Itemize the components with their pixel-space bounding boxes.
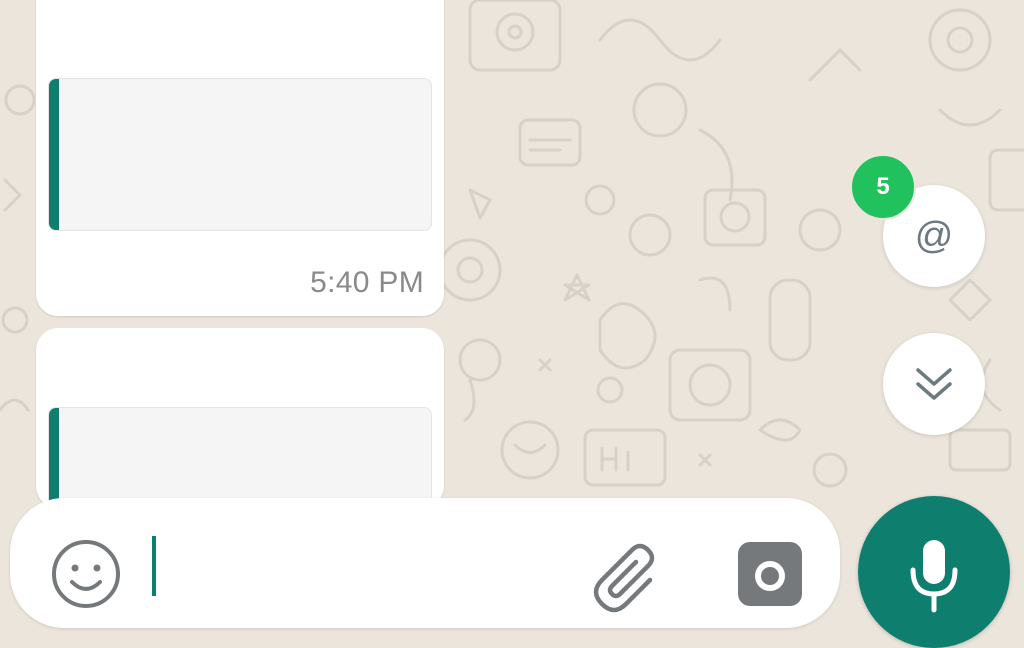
voice-message-button[interactable] — [858, 496, 1010, 648]
message-timestamp: 5:40 PM — [310, 266, 424, 299]
attach-button[interactable] — [588, 534, 668, 614]
emoji-button[interactable] — [50, 538, 122, 610]
quoted-reply-preview[interactable] — [48, 407, 432, 508]
paperclip-icon — [593, 543, 655, 613]
text-cursor — [152, 536, 156, 596]
quote-accent-bar — [49, 79, 59, 230]
emoji-icon — [52, 540, 120, 608]
quoted-reply-preview[interactable] — [48, 78, 432, 231]
message-input[interactable] — [160, 528, 584, 590]
at-sign-icon: @ — [914, 215, 954, 257]
unread-mention-badge: 5 — [850, 154, 916, 220]
camera-button[interactable] — [734, 538, 806, 610]
message-composer — [10, 498, 840, 628]
double-chevron-down-icon — [916, 368, 952, 400]
camera-icon — [738, 542, 802, 606]
message-bubble[interactable] — [36, 328, 444, 508]
mic-icon — [910, 540, 958, 613]
quote-accent-bar — [49, 408, 59, 508]
scroll-to-bottom-button[interactable] — [883, 333, 985, 435]
message-bubble[interactable]: 5:40 PM — [36, 0, 444, 316]
